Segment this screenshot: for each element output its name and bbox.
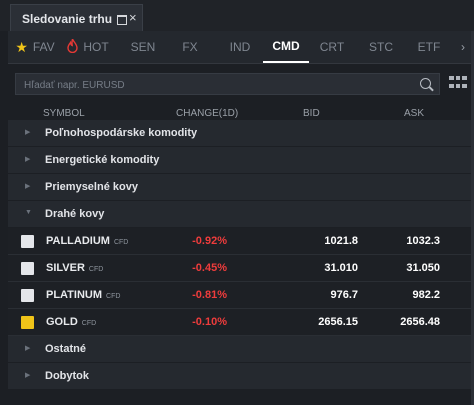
tab-label: CRT bbox=[319, 40, 345, 54]
ask-value[interactable]: 2656.48 bbox=[400, 316, 440, 328]
chevron-right-icon[interactable]: › bbox=[461, 40, 465, 54]
col-bid[interactable]: BID bbox=[303, 108, 320, 119]
tab-label: HOT bbox=[83, 40, 109, 54]
bid-value[interactable]: 976.7 bbox=[330, 289, 358, 301]
ask-value[interactable]: 31.050 bbox=[406, 262, 440, 274]
search-input[interactable] bbox=[16, 74, 406, 96]
tab-fav[interactable]: ★ FAV bbox=[13, 31, 57, 63]
tab-sen[interactable]: SEN bbox=[121, 31, 165, 63]
cfd-badge: CFD bbox=[81, 320, 97, 327]
instrument-row[interactable]: SILVER CFD -0.45% 31.010 31.050 bbox=[8, 255, 471, 282]
cfd-badge: CFD bbox=[113, 239, 129, 246]
bid-value[interactable]: 31.010 bbox=[324, 262, 358, 274]
window-title: Sledovanie trhu bbox=[22, 12, 113, 26]
group-label: Dobytok bbox=[45, 370, 89, 382]
caret-right-icon: ▶ bbox=[25, 183, 31, 190]
caret-right-icon: ▶ bbox=[25, 156, 31, 163]
window-titlebar: Sledovanie trhu × bbox=[0, 0, 474, 31]
col-symbol[interactable]: SYMBOL bbox=[43, 108, 85, 119]
tab-label: CMD bbox=[272, 39, 300, 53]
caret-down-icon: ▼ bbox=[25, 209, 32, 216]
group-row[interactable]: ▶ Ostatné bbox=[8, 336, 471, 363]
caret-right-icon: ▶ bbox=[25, 345, 31, 352]
tab-label: FAV bbox=[32, 40, 55, 54]
instrument-icon bbox=[21, 316, 34, 329]
instrument-icon bbox=[21, 235, 34, 248]
group-label: Energetické komodity bbox=[45, 154, 160, 166]
maximize-icon[interactable] bbox=[117, 15, 127, 25]
category-tabs: ★ FAV HOT SEN FX IND CMD CRT STC ETF › bbox=[8, 31, 471, 64]
group-row[interactable]: ▶ Dobytok bbox=[8, 363, 471, 390]
tab-crt[interactable]: CRT bbox=[310, 31, 354, 63]
instrument-icon bbox=[21, 262, 34, 275]
grid-view-icon[interactable] bbox=[449, 76, 467, 90]
tab-stc[interactable]: STC bbox=[359, 31, 403, 63]
toolbar bbox=[8, 64, 471, 104]
tab-hot[interactable]: HOT bbox=[63, 31, 113, 63]
window-tab[interactable]: Sledovanie trhu × bbox=[10, 4, 143, 31]
tab-label: STC bbox=[369, 40, 393, 54]
ask-value[interactable]: 982.2 bbox=[412, 289, 440, 301]
tab-label: ETF bbox=[417, 40, 441, 54]
group-row[interactable]: ▶ Poľnohospodárske komodity bbox=[8, 120, 471, 147]
instrument-symbol: PALLADIUM CFD bbox=[46, 235, 129, 247]
instrument-row[interactable]: PALLADIUM CFD -0.92% 1021.8 1032.3 bbox=[8, 228, 471, 255]
fire-icon bbox=[67, 36, 79, 56]
tab-cmd[interactable]: CMD bbox=[263, 31, 309, 63]
instrument-symbol: PLATINUM CFD bbox=[46, 289, 121, 301]
caret-right-icon: ▶ bbox=[25, 372, 31, 379]
instrument-list: ▶ Poľnohospodárske komodity ▶ Energetick… bbox=[8, 120, 471, 390]
change-value: -0.92% bbox=[192, 235, 227, 247]
search-icon[interactable] bbox=[420, 78, 431, 89]
change-value: -0.45% bbox=[192, 262, 227, 274]
instrument-symbol: SILVER CFD bbox=[46, 262, 104, 274]
caret-right-icon: ▶ bbox=[25, 129, 31, 136]
group-row[interactable]: ▶ Priemyselné kovy bbox=[8, 174, 471, 201]
close-icon[interactable]: × bbox=[129, 10, 137, 25]
tab-ind[interactable]: IND bbox=[218, 31, 262, 63]
bid-value[interactable]: 1021.8 bbox=[324, 235, 358, 247]
group-row-expanded[interactable]: ▼ Drahé kovy bbox=[8, 201, 471, 228]
group-label: Ostatné bbox=[45, 343, 86, 355]
tab-etf[interactable]: ETF bbox=[408, 31, 450, 63]
instrument-symbol: GOLD CFD bbox=[46, 316, 97, 328]
bid-value[interactable]: 2656.15 bbox=[318, 316, 358, 328]
cfd-badge: CFD bbox=[88, 266, 104, 273]
instrument-row[interactable]: GOLD CFD -0.10% 2656.15 2656.48 bbox=[8, 309, 471, 336]
tab-label: IND bbox=[229, 40, 251, 54]
col-change[interactable]: CHANGE(1D) bbox=[176, 108, 238, 119]
instrument-row[interactable]: PLATINUM CFD -0.81% 976.7 982.2 bbox=[8, 282, 471, 309]
tab-fx[interactable]: FX bbox=[170, 31, 210, 63]
ask-value[interactable]: 1032.3 bbox=[406, 235, 440, 247]
cfd-badge: CFD bbox=[106, 293, 121, 300]
tab-label: SEN bbox=[130, 40, 156, 54]
group-label: Poľnohospodárske komodity bbox=[45, 127, 198, 139]
star-icon: ★ bbox=[15, 38, 28, 55]
group-label: Priemyselné kovy bbox=[45, 181, 138, 193]
instrument-icon bbox=[21, 289, 34, 302]
change-value: -0.10% bbox=[192, 316, 227, 328]
search-box bbox=[15, 73, 440, 96]
col-ask[interactable]: ASK bbox=[404, 108, 424, 119]
group-row[interactable]: ▶ Energetické komodity bbox=[8, 147, 471, 174]
change-value: -0.81% bbox=[192, 289, 227, 301]
tab-label: FX bbox=[182, 40, 198, 54]
group-label: Drahé kovy bbox=[45, 208, 105, 220]
